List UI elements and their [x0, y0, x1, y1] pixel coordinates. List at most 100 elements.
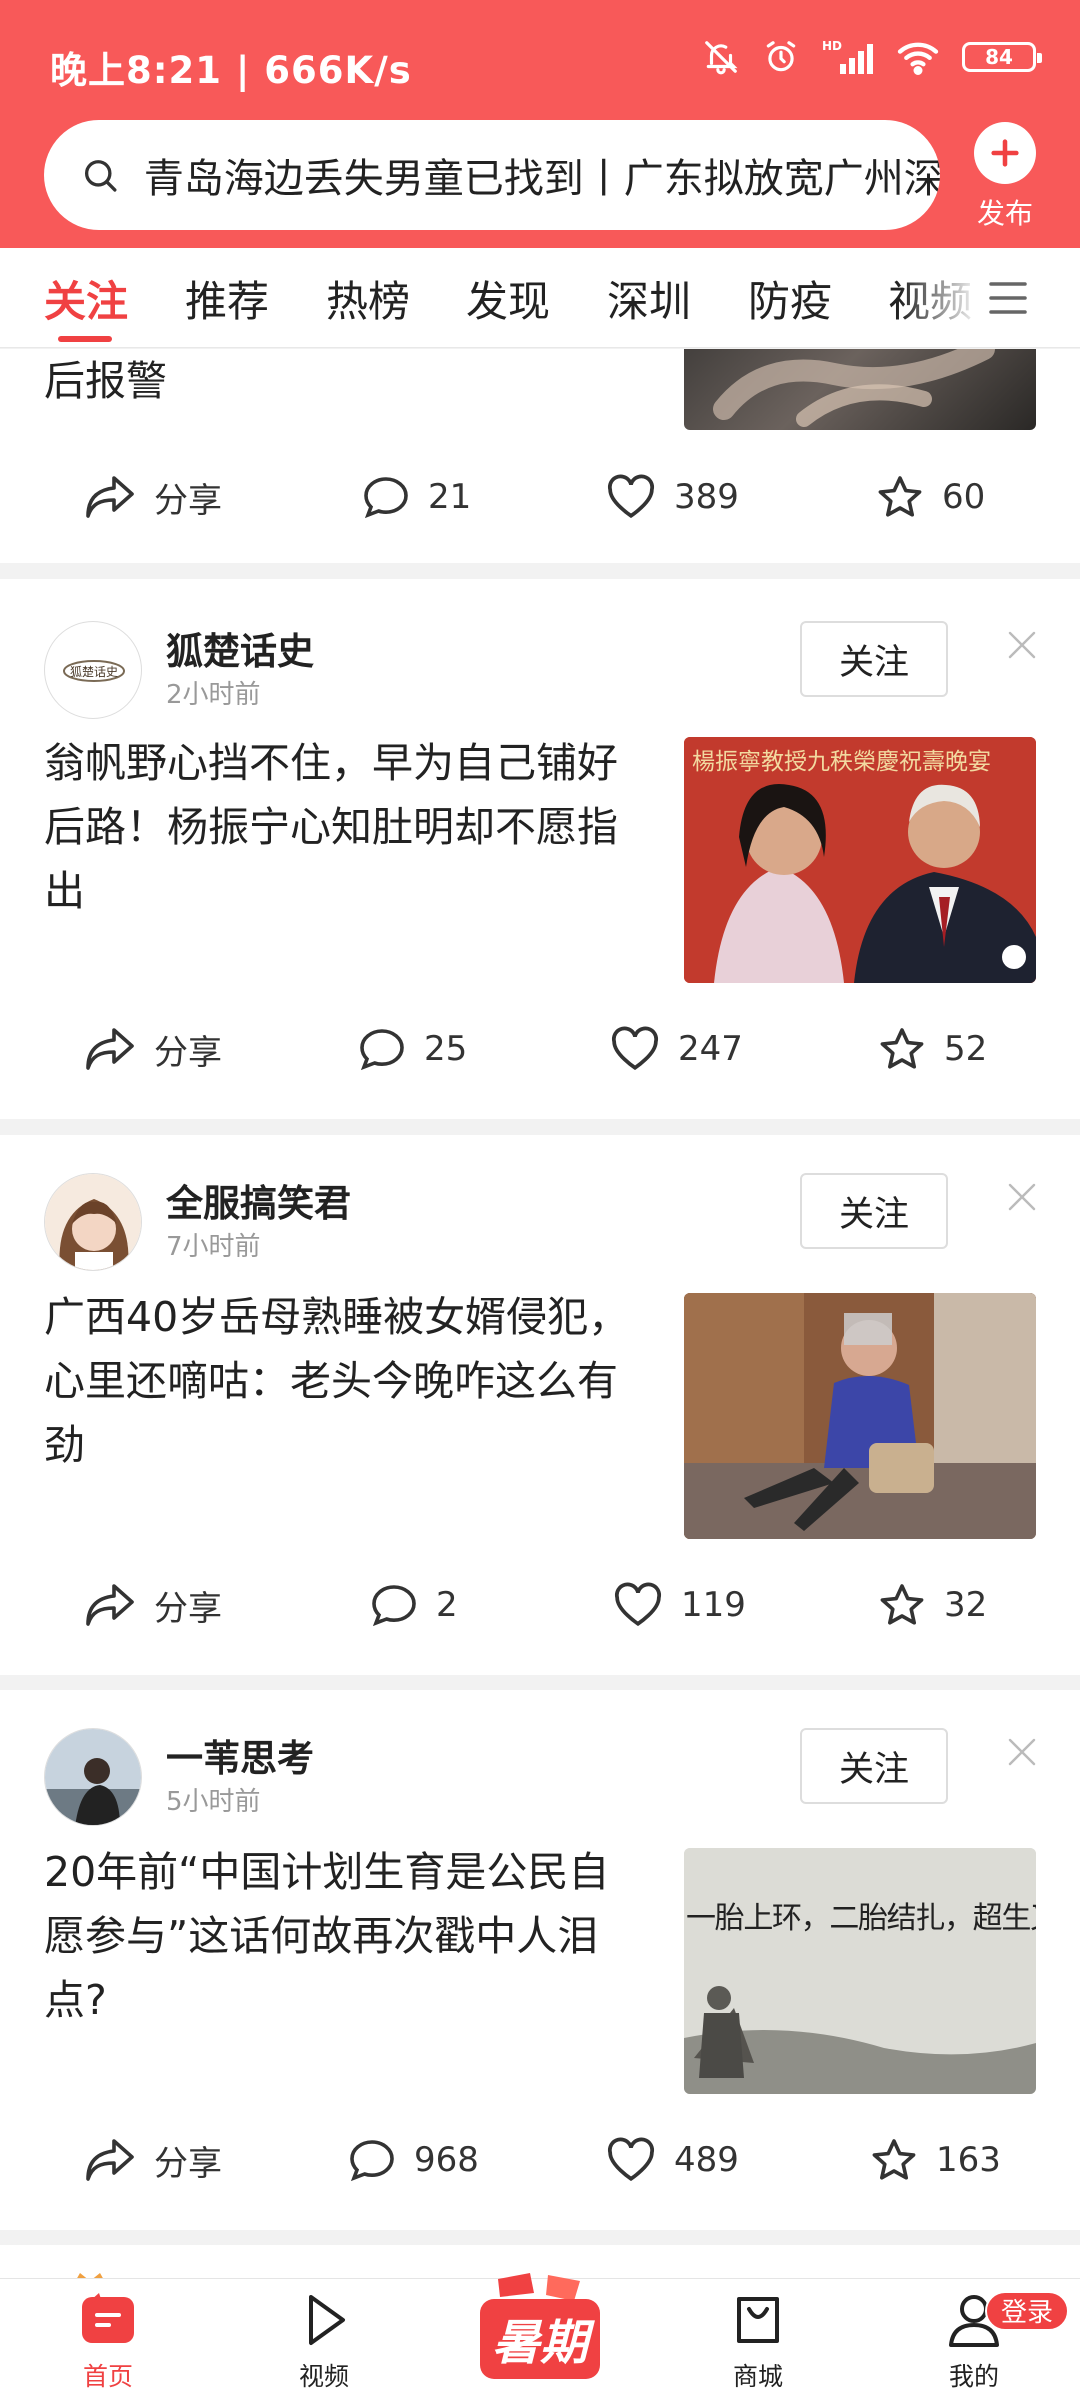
share-icon: [86, 2139, 134, 2181]
like-button[interactable]: 489: [606, 2120, 739, 2200]
author-name[interactable]: 狐楚话史: [166, 621, 314, 675]
tab-shenzhen[interactable]: 深圳: [607, 268, 691, 329]
channel-menu-icon[interactable]: [985, 276, 1031, 320]
share-button[interactable]: 分享: [84, 457, 222, 537]
avatar[interactable]: [44, 1728, 142, 1826]
comment-count: 21: [428, 477, 472, 517]
search-bar[interactable]: 青岛海边丢失男童已找到丨广东拟放宽广州深: [44, 120, 940, 230]
summer-promo-icon: 暑期: [480, 2273, 600, 2379]
like-button[interactable]: 119: [613, 1565, 746, 1645]
close-icon[interactable]: [1004, 627, 1040, 663]
favorite-count: 163: [936, 2140, 1001, 2180]
favorite-count: 60: [942, 477, 986, 517]
shopping-bag-icon: [737, 2297, 779, 2343]
star-icon: [880, 1028, 924, 1069]
avatar[interactable]: [44, 1173, 142, 1271]
avatar[interactable]: 狐楚话史: [44, 621, 142, 719]
author-name[interactable]: 全服搞笑君: [166, 1173, 351, 1227]
action-bar: 分享 21 389 60: [0, 457, 1080, 537]
feed-card[interactable]: 后报警 分享 21 389 60: [0, 349, 1080, 563]
comment-button[interactable]: 25: [358, 1009, 467, 1089]
tab-hot[interactable]: 热榜: [326, 268, 410, 329]
action-bar: 分享 968 489 163: [0, 2120, 1080, 2200]
share-label: 分享: [154, 1588, 222, 1629]
play-icon: [309, 2295, 345, 2345]
article-title[interactable]: 翁帆野心挡不住，早为自己铺好后路！杨振宁心知肚明却不愿指出: [44, 731, 644, 923]
login-badge[interactable]: 登录: [985, 2291, 1070, 2331]
nav-mall-label: 商城: [732, 2362, 783, 2391]
nav-video[interactable]: 视频: [264, 2291, 384, 2393]
app-root: 晚上8:21 | 666K/s HD 84 青岛海边丢失男童已找到丨广东拟放宽广…: [0, 0, 1080, 2400]
share-label: 分享: [154, 480, 222, 521]
favorite-button[interactable]: 32: [878, 1565, 987, 1645]
comment-icon: [360, 1029, 404, 1071]
comment-button[interactable]: 2: [370, 1565, 458, 1645]
summer-promo-button[interactable]: 暑期: [470, 2271, 610, 2391]
share-button[interactable]: 分享: [84, 2120, 222, 2200]
star-icon: [878, 476, 922, 517]
publish-button[interactable]: 发布: [970, 122, 1040, 232]
share-button[interactable]: 分享: [84, 1565, 222, 1645]
hd-label: HD: [822, 39, 842, 53]
article-thumbnail[interactable]: [684, 349, 1036, 430]
article-thumbnail[interactable]: 一胎上环，二胎结扎，超生又扎又罚: [684, 1848, 1036, 2094]
comment-button[interactable]: 968: [348, 2120, 479, 2200]
feed-list[interactable]: 后报警 分享 21 389 60 狐楚话史 狐楚话史 2小时前 关注 翁帆野心挡…: [0, 349, 1080, 2279]
article-title[interactable]: 广西40岁岳母熟睡被女婿侵犯，心里还嘀咕：老头今晚咋这么有劲: [44, 1285, 644, 1477]
mute-bell-icon: [705, 41, 738, 75]
feed-card[interactable]: 狐楚话史 狐楚话史 2小时前 关注 翁帆野心挡不住，早为自己铺好后路！杨振宁心知…: [0, 579, 1080, 1119]
star-icon: [872, 2139, 916, 2180]
tab-fade: [900, 248, 980, 346]
share-icon: [86, 1584, 134, 1626]
action-bar: 分享 2 119 32: [0, 1565, 1080, 1645]
article-title[interactable]: 后报警: [44, 349, 544, 413]
comment-count: 25: [424, 1029, 468, 1069]
share-icon: [86, 476, 134, 518]
favorite-button[interactable]: 60: [876, 457, 985, 537]
nav-me-label: 我的: [948, 2362, 999, 2391]
article-title[interactable]: 20年前“中国计划生育是公民自愿参与”这话何故再次戳中人泪点?: [44, 1840, 644, 2032]
close-icon[interactable]: [1004, 1734, 1040, 1770]
follow-button[interactable]: 关注: [800, 1728, 948, 1804]
post-time: 7小时前: [166, 1232, 261, 1262]
tab-follow[interactable]: 关注: [44, 268, 128, 329]
status-time-speed: 晚上8:21 | 666K/s: [50, 49, 412, 92]
signal-icon: HD: [822, 39, 873, 74]
close-icon[interactable]: [1004, 1179, 1040, 1215]
favorite-button[interactable]: 163: [870, 2120, 1001, 2200]
follow-button[interactable]: 关注: [800, 621, 948, 697]
feed-card[interactable]: 一苇思考 5小时前 关注 20年前“中国计划生育是公民自愿参与”这话何故再次戳中…: [0, 1690, 1080, 2230]
nav-home[interactable]: 首页: [48, 2291, 168, 2393]
bottom-nav: 首页 视频 暑期 商城 我的 登录: [0, 2273, 1080, 2400]
heart-icon: [614, 1582, 662, 1626]
tab-discover[interactable]: 发现: [466, 268, 550, 329]
summer-promo-label: 暑期: [492, 2315, 595, 2371]
status-bar: 晚上8:21 | 666K/s HD 84: [0, 0, 1080, 120]
share-button[interactable]: 分享: [84, 1009, 222, 1089]
thumb-caption: 楊振寧教授九秩榮慶祝壽晚宴: [692, 749, 991, 775]
article-thumbnail[interactable]: 楊振寧教授九秩榮慶祝壽晚宴: [684, 737, 1036, 983]
like-count: 119: [681, 1585, 746, 1625]
search-icon: [84, 160, 117, 192]
action-bar: 分享 25 247 52: [0, 1009, 1080, 1089]
tab-recommend[interactable]: 推荐: [185, 268, 269, 329]
article-thumbnail[interactable]: [684, 1293, 1036, 1539]
like-count: 489: [674, 2140, 739, 2180]
like-button[interactable]: 247: [610, 1009, 743, 1089]
tab-epidemic[interactable]: 防疫: [748, 268, 832, 329]
like-button[interactable]: 389: [606, 457, 739, 537]
author-name[interactable]: 一苇思考: [166, 1728, 314, 1782]
plus-icon: [974, 122, 1036, 184]
comment-icon: [364, 477, 408, 519]
feed-card[interactable]: 全服搞笑君 7小时前 关注 广西40岁岳母熟睡被女婿侵犯，心里还嘀咕：老头今晚咋…: [0, 1135, 1080, 1675]
favorite-button[interactable]: 52: [878, 1009, 987, 1089]
comment-icon: [350, 2140, 394, 2182]
share-label: 分享: [154, 1032, 222, 1073]
comment-button[interactable]: 21: [362, 457, 471, 537]
thumb-caption: 一胎上环，二胎结扎，超生又扎又罚: [686, 1901, 1036, 1936]
follow-button[interactable]: 关注: [800, 1173, 948, 1249]
tab-active-indicator: [58, 336, 112, 342]
search-hot-words: 青岛海边丢失男童已找到丨广东拟放宽广州深: [143, 156, 940, 202]
nav-mall[interactable]: 商城: [698, 2291, 818, 2393]
alarm-icon: [766, 41, 796, 72]
